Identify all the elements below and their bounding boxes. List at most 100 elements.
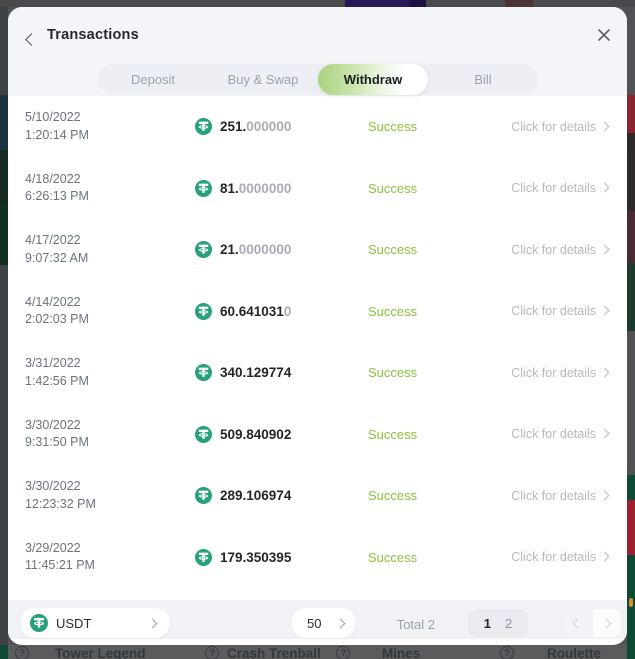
- help-icon: ?: [500, 646, 514, 659]
- amount-value: 179.350395: [220, 550, 291, 565]
- next-page-button[interactable]: [593, 609, 622, 637]
- status-text: Success: [368, 550, 478, 565]
- page-button-2[interactable]: 2: [505, 616, 512, 631]
- chevron-right-icon: [600, 244, 610, 254]
- table-row: 3/31/2022 1:42:56 PM 340.129774 Success …: [8, 342, 627, 404]
- table-row: 4/18/2022 6:26:13 PM 81.0000000 Success …: [8, 158, 627, 220]
- date-text: 3/30/2022: [25, 478, 195, 496]
- status-text: Success: [368, 427, 478, 442]
- amount-value: 21.: [220, 242, 239, 257]
- currency-label: USDT: [56, 616, 91, 631]
- status-text: Success: [368, 488, 478, 503]
- tab-buy-swap[interactable]: Buy & Swap: [208, 64, 318, 95]
- transaction-amount: 509.840902: [195, 426, 368, 443]
- tether-icon: [195, 426, 212, 443]
- amount-value: 289.106974: [220, 488, 291, 503]
- back-button[interactable]: [27, 31, 36, 49]
- chevron-left-icon: [25, 33, 38, 46]
- page-size-selector[interactable]: 50: [291, 608, 356, 638]
- background-game-label: Crash Trenball: [227, 646, 321, 659]
- details-link[interactable]: Click for details: [478, 120, 627, 134]
- chevron-right-icon: [602, 618, 612, 628]
- details-link[interactable]: Click for details: [478, 243, 627, 257]
- background-game-label: Tower Legend: [55, 646, 146, 659]
- transaction-date: 3/30/2022 12:23:32 PM: [25, 478, 195, 513]
- background-fragment: [0, 645, 8, 659]
- details-link[interactable]: Click for details: [478, 304, 627, 318]
- transaction-date: 3/29/2022 11:45:21 PM: [25, 540, 195, 575]
- status-text: Success: [368, 181, 478, 196]
- tether-icon: [195, 549, 212, 566]
- background-fragment: [627, 500, 635, 555]
- total-count: Total 2: [375, 617, 435, 632]
- time-text: 12:23:32 PM: [25, 496, 195, 514]
- chevron-right-icon: [600, 306, 610, 316]
- transaction-date: 4/17/2022 9:07:32 AM: [25, 232, 195, 267]
- help-icon: ?: [205, 646, 219, 659]
- tab-deposit[interactable]: Deposit: [98, 64, 208, 95]
- background-fragment: [627, 211, 635, 263]
- background-game-label: Roulette: [547, 646, 601, 659]
- details-link[interactable]: Click for details: [478, 489, 627, 503]
- help-icon: ?: [15, 646, 29, 659]
- currency-selector[interactable]: USDT: [20, 608, 170, 638]
- pagination-arrows: [563, 609, 621, 637]
- details-label: Click for details: [511, 243, 596, 257]
- background-fragment: [0, 95, 8, 150]
- details-label: Click for details: [511, 181, 596, 195]
- background-page-strip: ? Tower Legend ? Crash Trenball ? Mines …: [8, 645, 627, 659]
- chevron-right-icon: [600, 429, 610, 439]
- details-link[interactable]: Click for details: [478, 427, 627, 441]
- amount-trailing-zeros: 0000000: [239, 181, 292, 196]
- details-link[interactable]: Click for details: [478, 366, 627, 380]
- date-text: 4/14/2022: [25, 294, 195, 312]
- transaction-amount: 289.106974: [195, 487, 368, 504]
- close-button[interactable]: [597, 28, 611, 47]
- date-text: 5/10/2022: [25, 109, 195, 127]
- details-link[interactable]: Click for details: [478, 550, 627, 564]
- status-text: Success: [368, 119, 478, 134]
- tab-bill[interactable]: Bill: [428, 64, 538, 95]
- transaction-amount: 179.350395: [195, 549, 368, 566]
- table-row: 3/30/2022 12:23:32 PM 289.106974 Success…: [8, 465, 627, 527]
- amount-value: 509.840902: [220, 427, 291, 442]
- background-fragment: [627, 95, 635, 133]
- background-fragment: [627, 263, 635, 331]
- chevron-right-icon: [600, 183, 610, 193]
- transaction-date: 4/18/2022 6:26:13 PM: [25, 171, 195, 206]
- transaction-amount: 340.129774: [195, 364, 368, 381]
- transaction-date: 3/30/2022 9:31:50 PM: [25, 417, 195, 452]
- transaction-amount: 251.000000: [195, 118, 368, 135]
- prev-page-button[interactable]: [563, 609, 592, 637]
- chevron-right-icon: [336, 618, 346, 628]
- amount-trailing-zeros: 0: [284, 304, 292, 319]
- amount-value: 60.641031: [220, 304, 284, 319]
- amount-value: 81.: [220, 181, 239, 196]
- amount-trailing-zeros: 0000000: [239, 242, 292, 257]
- background-fragment: [0, 205, 8, 265]
- time-text: 9:31:50 PM: [25, 434, 195, 452]
- tether-icon: [195, 180, 212, 197]
- table-row: 3/29/2022 11:45:21 PM 179.350395 Success…: [8, 527, 627, 589]
- amount-value: 251.: [220, 119, 246, 134]
- transaction-date: 4/14/2022 2:02:03 PM: [25, 294, 195, 329]
- close-icon: [597, 28, 611, 42]
- time-text: 1:42:56 PM: [25, 373, 195, 391]
- date-text: 3/29/2022: [25, 540, 195, 558]
- chevron-left-icon: [572, 618, 582, 628]
- tether-icon: [195, 118, 212, 135]
- amount-trailing-zeros: 000000: [246, 119, 291, 134]
- background-fragment: [627, 133, 635, 211]
- background-fragment: [505, 0, 533, 7]
- chevron-right-icon: [600, 367, 610, 377]
- details-link[interactable]: Click for details: [478, 181, 627, 195]
- transaction-amount: 81.0000000: [195, 180, 368, 197]
- background-fragment: [629, 598, 633, 607]
- page-button-1[interactable]: 1: [484, 616, 491, 631]
- tether-icon: [195, 364, 212, 381]
- page-title: Transactions: [47, 27, 139, 43]
- chevron-right-icon: [600, 490, 610, 500]
- details-label: Click for details: [511, 304, 596, 318]
- tab-withdraw[interactable]: Withdraw: [318, 64, 428, 95]
- tab-bar: Deposit Buy & Swap Withdraw Bill: [98, 64, 538, 95]
